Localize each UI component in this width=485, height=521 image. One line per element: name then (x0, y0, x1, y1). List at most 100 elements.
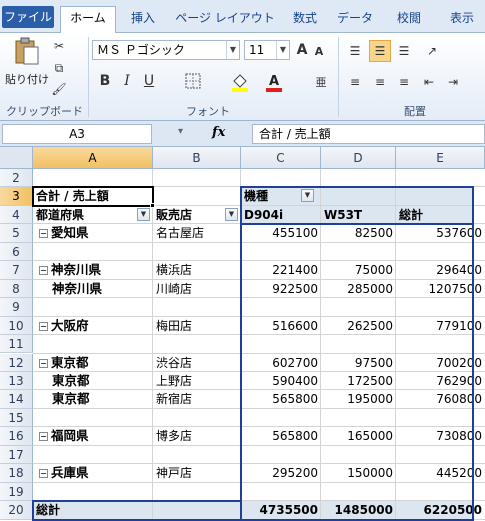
row-header-4[interactable]: 4 (0, 205, 33, 225)
row-header-12[interactable]: 12 (0, 353, 33, 372)
pivot-row-store[interactable]: 名古屋店 (153, 224, 241, 242)
column-header-a[interactable]: A (33, 147, 153, 169)
row-header-16[interactable]: 16 (0, 427, 33, 446)
row-header-7[interactable]: 7 (0, 261, 33, 280)
column-header-d[interactable]: D (321, 147, 396, 169)
column-header-c[interactable]: C (241, 147, 321, 169)
collapse-icon[interactable]: − (39, 321, 48, 331)
chevron-down-icon[interactable]: ▾ (178, 126, 183, 137)
pivot-row-prefecture[interactable]: 東京都 (33, 372, 153, 390)
font-size-select[interactable]: 11 ▼ (244, 40, 290, 60)
row-header-20[interactable]: 20 (0, 501, 33, 520)
tab-view[interactable]: 表示 (440, 8, 484, 33)
pivot-row-prefecture[interactable]: 東京都 (33, 390, 153, 408)
row-header-9[interactable]: 9 (0, 298, 33, 317)
tab-page-layout[interactable]: ページ レイアウト (172, 8, 278, 33)
format-painter-icon[interactable]: 🖌 (50, 80, 68, 98)
pivot-row-store[interactable]: 川崎店 (153, 280, 241, 298)
align-center-icon[interactable]: ≡ (371, 73, 389, 91)
store-filter-button[interactable]: ▼ (225, 207, 238, 221)
pivot-row-store[interactable]: 上野店 (153, 372, 241, 390)
column-header-b[interactable]: B (153, 147, 241, 169)
bold-icon[interactable]: B (96, 71, 114, 91)
collapse-icon[interactable]: − (39, 358, 48, 368)
worksheet-grid[interactable]: A B C D E 2 3 4 5 6 7 8 9 10 11 12 13 14 15 16 17 18 19 20 合計 / … (0, 147, 485, 521)
pivot-row-store[interactable]: 梅田店 (153, 317, 241, 335)
pivot-row-prefecture[interactable]: − 東京都 (33, 354, 153, 372)
row-header-13[interactable]: 13 (0, 371, 33, 391)
row-header-11[interactable]: 11 (0, 335, 33, 354)
phonetic-icon[interactable]: 亜 (310, 71, 332, 93)
row-header-18[interactable]: 18 (0, 464, 33, 483)
underline-icon[interactable]: U (140, 71, 158, 91)
row-header-10[interactable]: 10 (0, 316, 33, 336)
pivot-row-store[interactable]: 博多店 (153, 427, 241, 445)
tab-insert[interactable]: 挿入 (120, 8, 166, 33)
pivot-row-prefecture[interactable]: − 神奈川県 (33, 261, 153, 279)
paste-icon[interactable] (10, 37, 44, 67)
chevron-down-icon: ▼ (226, 41, 239, 59)
collapse-icon[interactable]: − (39, 469, 48, 479)
tab-home[interactable]: ホーム (60, 6, 116, 34)
paste-button-label[interactable]: 貼り付け (5, 71, 49, 87)
italic-icon[interactable]: I (118, 71, 136, 91)
align-top-icon[interactable]: ☰ (346, 42, 364, 60)
align-middle-icon[interactable]: ☰ (369, 40, 391, 62)
row-header-6[interactable]: 6 (0, 242, 33, 262)
pivot-row-store[interactable]: 新宿店 (153, 390, 241, 408)
column-header-e[interactable]: E (396, 147, 485, 169)
prefecture-label: 大阪府 (51, 317, 89, 333)
collapse-icon[interactable]: − (39, 229, 48, 239)
row-header-2[interactable]: 2 (0, 169, 33, 188)
font-color-icon[interactable]: A (260, 71, 288, 93)
pivot-row-store[interactable]: 渋谷店 (153, 354, 241, 372)
align-bottom-icon[interactable]: ☰ (395, 42, 413, 60)
align-right-icon[interactable]: ≡ (395, 73, 413, 91)
name-box[interactable]: A3 (2, 124, 152, 144)
row-header-5[interactable]: 5 (0, 224, 33, 243)
row-header-15[interactable]: 15 (0, 408, 33, 428)
select-all-corner[interactable] (0, 147, 33, 169)
chevron-down-icon: ▼ (276, 41, 289, 59)
align-left-icon[interactable]: ≡ (346, 73, 364, 91)
borders-icon[interactable] (180, 71, 206, 91)
row-header-8[interactable]: 8 (0, 279, 33, 299)
tab-review[interactable]: 校閲 (386, 8, 432, 33)
font-group-label: フォント (186, 105, 230, 118)
font-name-select[interactable]: ＭＳ Ｐゴシック ▼ (92, 40, 240, 60)
insert-function-icon[interactable]: fx (212, 125, 225, 140)
prefecture-label: 福岡県 (51, 428, 89, 444)
fill-handle[interactable] (150, 202, 155, 208)
prefecture-filter-button[interactable]: ▼ (137, 207, 150, 221)
formula-controls: ▾ fx (178, 124, 230, 144)
cut-icon[interactable]: ✂ (50, 37, 68, 55)
formula-input[interactable]: 合計 / 売上額 (252, 124, 485, 144)
pivot-row-store[interactable]: 横浜店 (153, 261, 241, 279)
pivot-row-prefecture[interactable]: − 愛知県 (33, 224, 153, 242)
pivot-row-prefecture[interactable]: 神奈川県 (33, 280, 153, 298)
increase-indent-icon[interactable]: ⇥ (444, 73, 462, 91)
formula-bar: A3 ▾ fx 合計 / 売上額 (0, 121, 485, 147)
tab-formulas[interactable]: 数式 (284, 8, 326, 33)
grow-font-icon[interactable]: A (294, 40, 310, 60)
row-header-19[interactable]: 19 (0, 482, 33, 502)
row-header-17[interactable]: 17 (0, 445, 33, 465)
pivot-row-prefecture[interactable]: − 兵庫県 (33, 464, 153, 482)
shrink-font-icon[interactable]: A (312, 42, 326, 60)
tab-data[interactable]: データ (332, 8, 378, 33)
fill-color-icon[interactable] (226, 71, 254, 93)
active-cell-a3[interactable] (32, 186, 154, 207)
row-header-14[interactable]: 14 (0, 390, 33, 409)
pivot-row-prefecture[interactable]: − 大阪府 (33, 317, 153, 335)
collapse-icon[interactable]: − (39, 432, 48, 442)
row-header-3[interactable]: 3 (0, 187, 33, 206)
decrease-indent-icon[interactable]: ⇤ (420, 73, 438, 91)
pivot-row-field-prefecture[interactable]: 都道府県 (33, 206, 153, 224)
ribbon-home: 貼り付け ✂ ⧉ 🖌 クリップボード ＭＳ Ｐゴシック ▼ 11 ▼ A A B… (0, 33, 485, 121)
pivot-row-prefecture[interactable]: − 福岡県 (33, 427, 153, 445)
pivot-row-store[interactable]: 神戸店 (153, 464, 241, 482)
tab-file[interactable]: ファイル (2, 6, 54, 28)
orientation-icon[interactable]: ↗ (420, 42, 444, 60)
copy-icon[interactable]: ⧉ (50, 59, 68, 77)
collapse-icon[interactable]: − (39, 266, 48, 276)
